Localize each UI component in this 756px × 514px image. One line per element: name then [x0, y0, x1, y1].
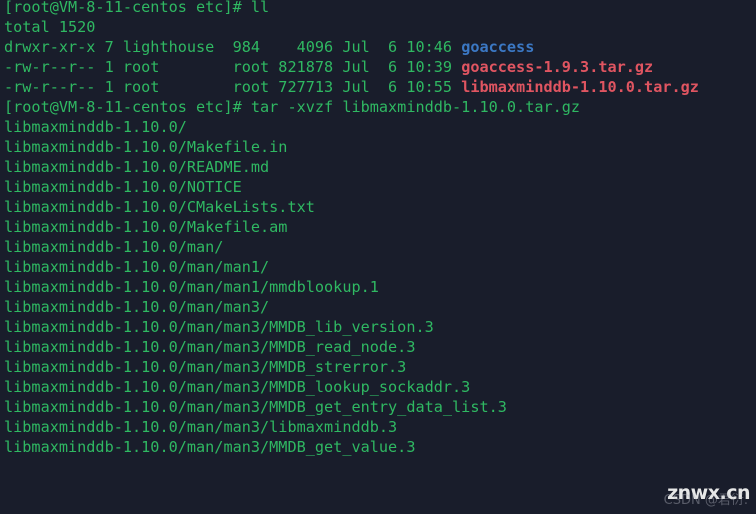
line-total: total 1520	[4, 17, 756, 37]
text-segment: libmaxminddb-1.10.0/	[4, 118, 187, 136]
text-segment: libmaxminddb-1.10.0/man/	[4, 238, 224, 256]
watermark-primary: znwx.cn	[667, 482, 750, 504]
text-segment: libmaxminddb-1.10.0/Makefile.in	[4, 138, 288, 156]
text-segment: libmaxminddb-1.10.0/NOTICE	[4, 178, 242, 196]
text-segment: libmaxminddb-1.10.0/man/man3/libmaxmindd…	[4, 418, 398, 436]
line-out-12: libmaxminddb-1.10.0/man/man3/MMDB_read_n…	[4, 337, 756, 357]
text-segment: goaccess	[461, 38, 535, 56]
line-out-6: libmaxminddb-1.10.0/Makefile.am	[4, 217, 756, 237]
text-segment: libmaxminddb-1.10.0/man/man3/MMDB_strerr…	[4, 358, 407, 376]
text-segment: libmaxminddb-1.10.0/man/man3/MMDB_get_en…	[4, 398, 507, 416]
text-segment: libmaxminddb-1.10.0/man/man1/	[4, 258, 270, 276]
line-prompt-tar: [root@VM-8-11-centos etc]# tar -xvzf lib…	[4, 97, 756, 117]
line-out-9: libmaxminddb-1.10.0/man/man1/mmdblookup.…	[4, 277, 756, 297]
line-out-10: libmaxminddb-1.10.0/man/man3/	[4, 297, 756, 317]
line-listing-libmaxminddb-tar: -rw-r--r-- 1 root root 727713 Jul 6 10:5…	[4, 77, 756, 97]
text-segment: libmaxminddb-1.10.0/man/man3/MMDB_get_va…	[4, 438, 416, 456]
terminal-output: [root@VM-8-11-centos etc]# ll total 1520 d…	[4, 0, 756, 457]
terminal-window[interactable]: [root@VM-8-11-centos etc]# ll total 1520 d…	[0, 0, 756, 514]
line-listing-goaccess-tar: -rw-r--r-- 1 root root 821878 Jul 6 10:3…	[4, 57, 756, 77]
line-out-11: libmaxminddb-1.10.0/man/man3/MMDB_lib_ve…	[4, 317, 756, 337]
line-out-5: libmaxminddb-1.10.0/CMakeLists.txt	[4, 197, 756, 217]
text-segment: libmaxminddb-1.10.0/man/man1/mmdblookup.…	[4, 278, 379, 296]
text-segment: [root@VM-8-11-centos etc]# ll	[4, 0, 270, 16]
line-out-14: libmaxminddb-1.10.0/man/man3/MMDB_lookup…	[4, 377, 756, 397]
line-out-16: libmaxminddb-1.10.0/man/man3/libmaxmindd…	[4, 417, 756, 437]
line-out-17-clipped: libmaxminddb-1.10.0/man/man3/MMDB_get_va…	[4, 437, 756, 457]
text-segment: goaccess-1.9.3.tar.gz	[461, 58, 654, 76]
line-listing-goaccess-dir: drwxr-xr-x 7 lighthouse 984 4096 Jul 6 1…	[4, 37, 756, 57]
line-out-3: libmaxminddb-1.10.0/README.md	[4, 157, 756, 177]
text-segment: -rw-r--r-- 1 root root 821878 Jul 6 10:3…	[4, 58, 462, 76]
text-segment: libmaxminddb-1.10.0/README.md	[4, 158, 270, 176]
text-segment: [root@VM-8-11-centos etc]# tar -xvzf lib…	[4, 98, 581, 116]
text-segment: libmaxminddb-1.10.0/man/man3/MMDB_lookup…	[4, 378, 471, 396]
line-prompt-ll: [root@VM-8-11-centos etc]# ll	[4, 0, 756, 17]
watermark-secondary: CSDN @君衍.	[663, 493, 748, 508]
text-segment: libmaxminddb-1.10.0/CMakeLists.txt	[4, 198, 315, 216]
text-segment: -rw-r--r-- 1 root root 727713 Jul 6 10:5…	[4, 78, 462, 96]
text-segment: libmaxminddb-1.10.0/man/man3/MMDB_read_n…	[4, 338, 416, 356]
line-out-7: libmaxminddb-1.10.0/man/	[4, 237, 756, 257]
line-out-8: libmaxminddb-1.10.0/man/man1/	[4, 257, 756, 277]
line-out-4: libmaxminddb-1.10.0/NOTICE	[4, 177, 756, 197]
text-segment: libmaxminddb-1.10.0/Makefile.am	[4, 218, 288, 236]
text-segment: total 1520	[4, 18, 96, 36]
text-segment: libmaxminddb-1.10.0/man/man3/	[4, 298, 270, 316]
line-out-15: libmaxminddb-1.10.0/man/man3/MMDB_get_en…	[4, 397, 756, 417]
line-out-2: libmaxminddb-1.10.0/Makefile.in	[4, 137, 756, 157]
text-segment: libmaxminddb-1.10.0.tar.gz	[461, 78, 699, 96]
text-segment: drwxr-xr-x 7 lighthouse 984 4096 Jul 6 1…	[4, 38, 462, 56]
text-segment: libmaxminddb-1.10.0/man/man3/MMDB_lib_ve…	[4, 318, 434, 336]
watermark: znwx.cn CSDN @君衍.	[663, 482, 751, 508]
line-out-13: libmaxminddb-1.10.0/man/man3/MMDB_strerr…	[4, 357, 756, 377]
line-out-1: libmaxminddb-1.10.0/	[4, 117, 756, 137]
